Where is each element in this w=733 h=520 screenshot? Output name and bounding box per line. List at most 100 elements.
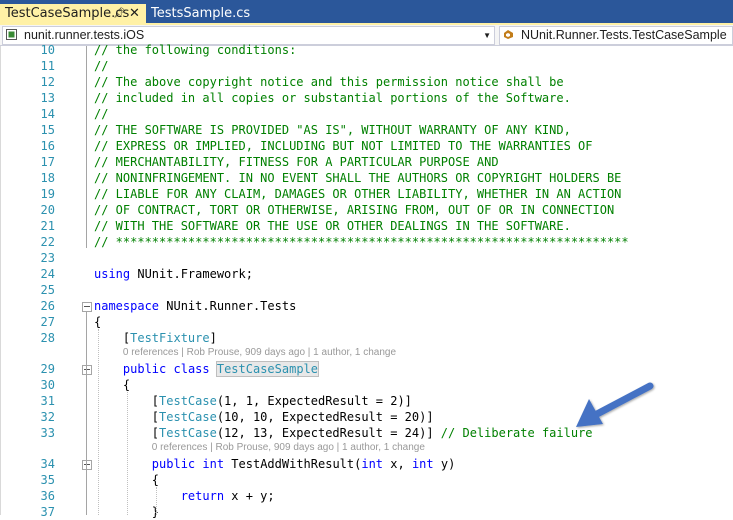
class-icon [504,30,513,39]
code-text: // [94,59,109,73]
line-number: 29 [40,362,55,376]
code-line[interactable]: 16 // EXPRESS OR IMPLIED, INCLUDING BUT N… [0,138,733,154]
code-text: return x + y; [180,489,275,503]
code-line[interactable]: 19 // LIABLE FOR ANY CLAIM, DAMAGES OR OT… [0,186,733,202]
code-line[interactable]: 15 // THE SOFTWARE IS PROVIDED "AS IS", W… [0,122,733,138]
code-text: // THE SOFTWARE IS PROVIDED "AS IS", WIT… [94,123,571,137]
code-line[interactable]: 27 { [0,314,733,330]
tab-testcasesample[interactable]: TestCaseSample.cs 📌︎ ✕ [0,4,146,23]
indent-guide [156,487,157,515]
line-number: 12 [40,75,55,89]
line-number: 22 [40,235,55,249]
code-line[interactable]: 25 [0,282,733,298]
code-text: // WITH THE SOFTWARE OR THE USE OR OTHER… [94,219,571,233]
line-number: 27 [40,315,55,329]
line-number: 21 [40,219,55,233]
line-number: 16 [40,139,55,153]
line-number: 14 [40,107,55,121]
code-line[interactable]: 21 // WITH THE SOFTWARE OR THE USE OR OTH… [0,218,733,234]
tab-testssample[interactable]: TestsSample.cs [148,4,251,23]
code-text: namespace NUnit.Runner.Tests [94,299,297,313]
code-line[interactable]: 11 // [0,58,733,74]
code-text: // *************************************… [94,235,629,249]
code-line[interactable]: 22 // ***********************************… [0,234,733,250]
code-text: [TestCase(12, 13, ExpectedResult = 24)] … [94,426,593,440]
line-number: 17 [40,155,55,169]
code-line[interactable]: 35 { [0,472,733,488]
code-line[interactable]: 33 [TestCase(12, 13, ExpectedResult = 24… [0,425,733,441]
code-line[interactable]: 13 // included in all copies or substanti… [0,90,733,106]
code-text: // The above copyright notice and this p… [94,75,564,89]
line-number: 36 [40,489,55,503]
code-text: { [94,315,102,329]
tab-label: TestCaseSample.cs [5,6,130,21]
tab-label: TestsSample.cs [151,6,251,21]
fold-region-line [86,312,87,515]
line-number: 35 [40,473,55,487]
pin-icon[interactable]: 📌︎ [113,4,126,23]
fold-toggle[interactable] [82,460,92,470]
code-line[interactable]: 30 { [0,377,733,393]
line-number: 32 [40,410,55,424]
indent-guide [98,329,99,515]
line-number: 24 [40,267,55,281]
code-editor[interactable]: 10 // the following conditions: 11 // 12 // T… [0,43,733,519]
line-number: 18 [40,171,55,185]
code-text: // included in all copies or substantial… [94,91,571,105]
code-text: // OF CONTRACT, TORT OR OTHERWISE, ARISI… [94,203,615,217]
code-text: [TestCase(1, 1, ExpectedResult = 2)] [94,394,412,408]
code-line[interactable]: 10 // the following conditions: [0,42,733,58]
codelens-info[interactable]: 0 references | Rob Prouse, 909 days ago … [152,441,425,454]
fold-toggle[interactable] [82,302,92,312]
line-number: 10 [40,43,55,57]
code-text: using NUnit.Framework; [94,267,253,281]
close-icon[interactable]: ✕ [129,4,140,23]
code-line[interactable]: 37 } [0,504,733,520]
code-line[interactable]: 20 // OF CONTRACT, TORT OR OTHERWISE, ARI… [0,202,733,218]
line-number: 26 [40,299,55,313]
code-line[interactable]: 23 [0,250,733,266]
code-line[interactable]: 26 namespace NUnit.Runner.Tests [0,298,733,314]
indent-guide [127,392,128,515]
code-text: // LIABLE FOR ANY CLAIM, DAMAGES OR OTHE… [94,187,622,201]
line-number: 20 [40,203,55,217]
code-line[interactable]: 17 // MERCHANTABILITY, FITNESS FOR A PART… [0,154,733,170]
line-number: 31 [40,394,55,408]
line-number: 33 [40,426,55,440]
code-line[interactable]: 28 [TestFixture] [0,330,733,346]
code-line[interactable]: 12 // The above copyright notice and this… [0,74,733,90]
code-text: // NONINFRINGEMENT. IN NO EVENT SHALL TH… [94,171,622,185]
fold-region-line [86,46,87,248]
code-line[interactable]: 24 using NUnit.Framework; [0,266,733,282]
line-number: 15 [40,123,55,137]
code-text: [TestFixture] [94,331,217,345]
code-text: // EXPRESS OR IMPLIED, INCLUDING BUT NOT… [94,139,593,153]
line-number: 19 [40,187,55,201]
code-text: // MERCHANTABILITY, FITNESS FOR A PARTIC… [94,155,499,169]
codelens-info[interactable]: 0 references | Rob Prouse, 909 days ago … [123,346,396,359]
code-line[interactable]: 32 [TestCase(10, 10, ExpectedResult = 20… [0,409,733,425]
code-line[interactable]: 31 [TestCase(1, 1, ExpectedResult = 2)] [0,393,733,409]
line-number: 28 [40,331,55,345]
code-text: // the following conditions: [94,43,297,57]
code-line[interactable]: 36 return x + y; [0,488,733,504]
line-number: 34 [40,457,55,471]
code-line[interactable]: 18 // NONINFRINGEMENT. IN NO EVENT SHALL … [0,170,733,186]
document-tab-bar: TestCaseSample.cs 📌︎ ✕ TestsSample.cs [0,0,733,23]
line-number: 37 [40,505,55,519]
line-number: 13 [40,91,55,105]
csharp-project-icon [6,29,17,40]
code-line[interactable]: 29 public class TestCaseSample [0,361,733,377]
code-text: // [94,107,109,121]
code-line[interactable]: 34 public int TestAddWithResult(int x, i… [0,456,733,472]
line-number: 11 [40,59,55,73]
code-text: public class TestCaseSample [122,361,320,377]
line-number: 23 [40,251,55,265]
fold-toggle[interactable] [82,365,92,375]
line-number: 25 [40,283,55,297]
code-line[interactable]: 14 // [0,106,733,122]
code-text: public int TestAddWithResult(int x, int … [151,457,456,471]
code-text: { [94,378,131,392]
line-number: 30 [40,378,55,392]
code-text: [TestCase(10, 10, ExpectedResult = 20)] [94,410,434,424]
